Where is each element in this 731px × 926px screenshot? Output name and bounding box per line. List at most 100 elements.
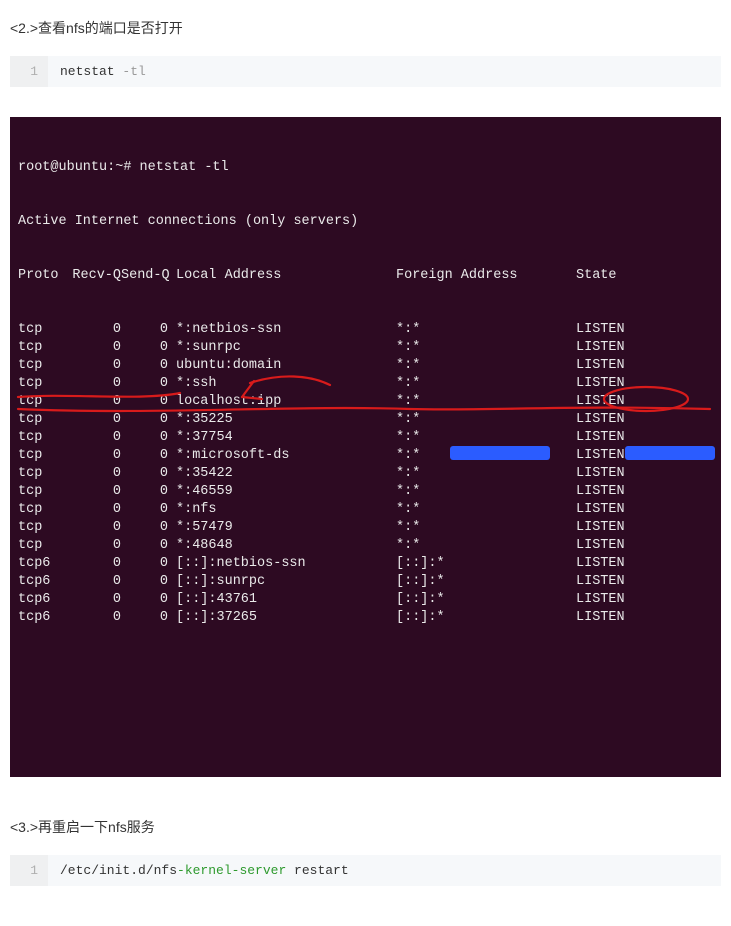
cell-foreign-address: *:*	[396, 339, 576, 357]
col-header-state: State	[576, 267, 617, 285]
cell-sendq: 0	[121, 429, 176, 447]
cell-state: LISTEN	[576, 609, 625, 627]
cell-sendq: 0	[121, 573, 176, 591]
cell-state: LISTEN	[576, 429, 625, 447]
cell-sendq: 0	[121, 501, 176, 519]
col-header-sendq: Send-Q	[121, 267, 176, 285]
cell-state: LISTEN	[576, 339, 625, 357]
command-restart: restart	[286, 863, 348, 878]
cell-state: LISTEN	[576, 321, 625, 339]
col-header-foreign: Foreign Address	[396, 267, 576, 285]
cell-sendq: 0	[121, 321, 176, 339]
cell-proto: tcp6	[18, 573, 66, 591]
terminal-row: tcp00*:35225*:*LISTEN	[18, 411, 713, 429]
terminal-row: tcp00localhost:ipp*:*LISTEN	[18, 393, 713, 411]
terminal-row: tcp600[::]:43761[::]:*LISTEN	[18, 591, 713, 609]
cell-recvq: 0	[66, 609, 121, 627]
command-base: netstat	[60, 64, 122, 79]
terminal-row: tcp00*:sunrpc*:*LISTEN	[18, 339, 713, 357]
cell-state: LISTEN	[576, 357, 625, 375]
cell-state: LISTEN	[576, 411, 625, 429]
cell-local-address: *:35225	[176, 411, 396, 429]
cell-sendq: 0	[121, 357, 176, 375]
cell-state: LISTEN	[576, 591, 625, 609]
cell-sendq: 0	[121, 393, 176, 411]
cell-local-address: *:37754	[176, 429, 396, 447]
terminal-row: tcp00*:ssh*:*LISTEN	[18, 375, 713, 393]
cell-state: LISTEN	[576, 465, 625, 483]
terminal-row: tcp00*:netbios-ssn*:*LISTEN	[18, 321, 713, 339]
cell-recvq: 0	[66, 537, 121, 555]
cell-proto: tcp	[18, 483, 66, 501]
code-content[interactable]: netstat -tl	[48, 56, 158, 87]
command-kernel-server: -kernel-server	[177, 863, 286, 878]
cell-recvq: 0	[66, 555, 121, 573]
cell-local-address: [::]:43761	[176, 591, 396, 609]
cell-state: LISTEN	[576, 375, 625, 393]
cell-local-address: [::]:sunrpc	[176, 573, 396, 591]
terminal-row: tcp00*:46559*:*LISTEN	[18, 483, 713, 501]
cell-foreign-address: [::]:*	[396, 555, 576, 573]
terminal-header-row: ProtoRecv-QSend-QLocal AddressForeign Ad…	[18, 267, 713, 285]
cell-sendq: 0	[121, 555, 176, 573]
cell-state: LISTEN	[576, 555, 625, 573]
cell-local-address: *:57479	[176, 519, 396, 537]
cell-recvq: 0	[66, 357, 121, 375]
terminal-subtitle: Active Internet connections (only server…	[18, 213, 713, 231]
cell-recvq: 0	[66, 447, 121, 465]
cell-local-address: *:microsoft-ds	[176, 447, 396, 465]
cell-proto: tcp	[18, 465, 66, 483]
cell-foreign-address: *:*	[396, 357, 576, 375]
cell-recvq: 0	[66, 465, 121, 483]
cell-foreign-address: *:*	[396, 393, 576, 411]
cell-foreign-address: [::]:*	[396, 573, 576, 591]
terminal-row: tcp00*:35422*:*LISTEN	[18, 465, 713, 483]
code-line-number: 1	[10, 56, 48, 87]
cell-sendq: 0	[121, 465, 176, 483]
cell-foreign-address: *:*	[396, 321, 576, 339]
cell-state: LISTEN	[576, 519, 625, 537]
cell-recvq: 0	[66, 591, 121, 609]
col-header-local: Local Address	[176, 267, 396, 285]
code-line-number: 1	[10, 855, 48, 886]
cell-recvq: 0	[66, 483, 121, 501]
redaction-blue-1	[450, 446, 550, 460]
cell-foreign-address: *:*	[396, 519, 576, 537]
terminal-row: tcp00*:57479*:*LISTEN	[18, 519, 713, 537]
cell-local-address: ubuntu:domain	[176, 357, 396, 375]
cell-proto: tcp6	[18, 591, 66, 609]
cell-recvq: 0	[66, 321, 121, 339]
cell-recvq: 0	[66, 501, 121, 519]
cell-proto: tcp6	[18, 555, 66, 573]
cell-foreign-address: *:*	[396, 411, 576, 429]
cell-proto: tcp	[18, 339, 66, 357]
cell-foreign-address: *:*	[396, 501, 576, 519]
terminal-row: tcp00*:37754*:*LISTEN	[18, 429, 713, 447]
cell-sendq: 0	[121, 339, 176, 357]
cell-foreign-address: *:*	[396, 537, 576, 555]
cell-local-address: *:48648	[176, 537, 396, 555]
code-block-restart: 1 /etc/init.d/nfs-kernel-server restart	[10, 855, 721, 886]
cell-recvq: 0	[66, 375, 121, 393]
cell-state: LISTEN	[576, 537, 625, 555]
code-content[interactable]: /etc/init.d/nfs-kernel-server restart	[48, 855, 361, 886]
cell-foreign-address: *:*	[396, 375, 576, 393]
cell-proto: tcp	[18, 447, 66, 465]
cell-foreign-address: *:*	[396, 483, 576, 501]
cell-proto: tcp	[18, 357, 66, 375]
cell-state: LISTEN	[576, 447, 625, 465]
cell-proto: tcp	[18, 501, 66, 519]
terminal-row: tcp00ubuntu:domain*:*LISTEN	[18, 357, 713, 375]
cell-sendq: 0	[121, 375, 176, 393]
cell-local-address: localhost:ipp	[176, 393, 396, 411]
terminal-row: tcp600[::]:netbios-ssn[::]:*LISTEN	[18, 555, 713, 573]
cell-local-address: [::]:37265	[176, 609, 396, 627]
terminal-row: tcp00*:48648*:*LISTEN	[18, 537, 713, 555]
terminal-output[interactable]: root@ubuntu:~# netstat -tl Active Intern…	[10, 117, 721, 777]
cell-proto: tcp	[18, 537, 66, 555]
cell-recvq: 0	[66, 519, 121, 537]
cell-state: LISTEN	[576, 393, 625, 411]
cell-state: LISTEN	[576, 573, 625, 591]
terminal-prompt-line: root@ubuntu:~# netstat -tl	[18, 159, 713, 177]
cell-local-address: *:46559	[176, 483, 396, 501]
